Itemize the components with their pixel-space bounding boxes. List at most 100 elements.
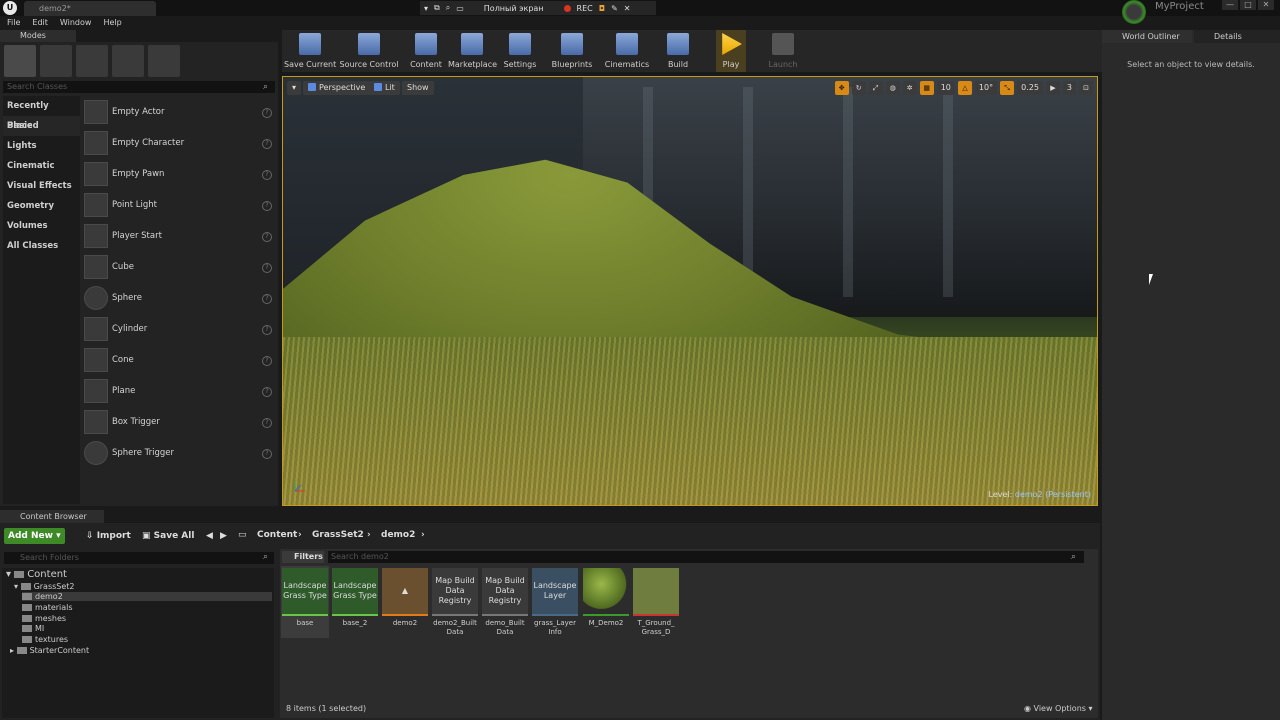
scale-icon[interactable]: ⤢ xyxy=(868,81,883,95)
help-icon[interactable]: ? xyxy=(262,449,272,459)
help-icon[interactable]: ? xyxy=(262,387,272,397)
category-lights[interactable]: Lights xyxy=(3,136,80,156)
asset-tile[interactable]: Map Build Data Registry demo_Built Data xyxy=(481,566,529,638)
import-button[interactable]: ⇩ Import xyxy=(82,528,135,544)
category-cinematic[interactable]: Cinematic xyxy=(3,156,80,176)
asset-tile[interactable]: Landscape Grass Type base_2 xyxy=(331,566,379,638)
rotate-icon[interactable]: ↻ xyxy=(851,81,866,95)
actor-item[interactable]: Empty Character? xyxy=(82,128,276,159)
actor-item[interactable]: Sphere Trigger? xyxy=(82,438,276,469)
add-new-button[interactable]: Add New ▾ xyxy=(4,528,65,544)
search-assets-input[interactable]: Search demo2 xyxy=(328,551,1084,563)
tree-node-content[interactable]: ▾ Content xyxy=(6,569,67,580)
camera-speed-icon[interactable]: ▶ xyxy=(1045,81,1060,95)
actor-item[interactable]: Point Light? xyxy=(82,190,276,221)
search-icon[interactable]: ⌕ xyxy=(446,3,450,13)
actor-item[interactable]: Sphere? xyxy=(82,283,276,314)
minimize-icon[interactable]: — xyxy=(1222,0,1238,10)
tree-node-startercontent[interactable]: ▸ StarterContent xyxy=(10,646,89,655)
paint-mode-icon[interactable] xyxy=(40,45,72,77)
actor-item[interactable]: Cylinder? xyxy=(82,314,276,345)
asset-tile[interactable]: Map Build Data Registry demo2_Built Data xyxy=(431,566,479,638)
help-icon[interactable]: ? xyxy=(262,201,272,211)
launch-button[interactable]: Launch xyxy=(766,30,800,72)
viewport-options-button[interactable]: ▾ xyxy=(287,81,302,95)
record-icon[interactable] xyxy=(563,4,571,12)
tree-node-materials[interactable]: materials xyxy=(22,603,73,612)
content-browser-tab[interactable]: Content Browser xyxy=(0,510,104,523)
category-all-classes[interactable]: All Classes xyxy=(3,236,80,256)
tree-node-demo2[interactable]: demo2 xyxy=(22,592,272,601)
close-icon[interactable]: ✕ xyxy=(624,4,631,13)
help-icon[interactable]: ? xyxy=(262,325,272,335)
asset-tile[interactable]: T_Ground_ Grass_D xyxy=(632,566,680,638)
grid-snap-icon[interactable]: ▦ xyxy=(919,81,934,95)
grid-snap-value[interactable]: 10 xyxy=(936,81,955,95)
category-volumes[interactable]: Volumes xyxy=(3,216,80,236)
asset-tile[interactable]: M_Demo2 xyxy=(582,566,630,638)
rotation-snap-icon[interactable]: △ xyxy=(957,81,972,95)
source-control-button[interactable]: Source Control xyxy=(338,30,400,72)
play-button[interactable]: Play xyxy=(716,30,746,72)
help-icon[interactable]: ? xyxy=(262,263,272,273)
category-recently-placed[interactable]: Recently Placed xyxy=(3,96,80,131)
asset-tile[interactable]: Landscape Layer grass_Layer Info xyxy=(531,566,579,638)
view-options-button[interactable]: ◉ View Options ▾ xyxy=(1024,704,1093,713)
filters-button[interactable]: Filters ▾ xyxy=(282,551,324,573)
settings-button[interactable]: Settings xyxy=(502,30,538,72)
rec-label[interactable]: REC xyxy=(577,4,593,13)
menu-file[interactable]: File xyxy=(7,16,20,29)
window-close-icon[interactable]: ✕ xyxy=(1258,0,1274,10)
help-icon[interactable]: ? xyxy=(262,294,272,304)
dropdown-icon[interactable]: ▾ xyxy=(424,4,428,13)
asset-tile[interactable]: Landscape Grass Type base xyxy=(281,566,329,638)
help-icon[interactable]: ? xyxy=(262,139,272,149)
rotation-snap-value[interactable]: 10° xyxy=(974,81,998,95)
perspective-button[interactable]: Perspective xyxy=(303,81,371,95)
help-icon[interactable]: ? xyxy=(262,418,272,428)
menu-edit[interactable]: Edit xyxy=(32,16,48,29)
actor-item[interactable]: Plane? xyxy=(82,376,276,407)
fullscreen-label[interactable]: Полный экран xyxy=(484,4,544,13)
breadcrumb-grassset2[interactable]: GrassSet2 xyxy=(312,530,364,540)
landscape-mode-icon[interactable] xyxy=(76,45,108,77)
menu-window[interactable]: Window xyxy=(60,16,92,29)
category-geometry[interactable]: Geometry xyxy=(3,196,80,216)
pen-icon[interactable]: ✎ xyxy=(611,4,618,13)
world-local-icon[interactable]: ◍ xyxy=(885,81,900,95)
translate-icon[interactable]: ✥ xyxy=(834,81,849,95)
category-visual-effects[interactable]: Visual Effects xyxy=(3,176,80,196)
tree-node-meshes[interactable]: meshes xyxy=(22,614,66,623)
search-folders-input[interactable]: Search Folders xyxy=(4,552,274,564)
unreal-logo-icon[interactable]: U xyxy=(3,1,17,15)
cinematics-button[interactable]: Cinematics xyxy=(604,30,650,72)
place-mode-icon[interactable] xyxy=(4,45,36,77)
actor-item[interactable]: Empty Actor? xyxy=(82,97,276,128)
surface-snap-icon[interactable]: ✲ xyxy=(902,81,917,95)
help-icon[interactable]: ? xyxy=(262,356,272,366)
geometry-mode-icon[interactable] xyxy=(148,45,180,77)
scale-snap-icon[interactable]: ⤡ xyxy=(1000,81,1015,95)
window-icon[interactable]: ⧉ xyxy=(434,3,440,13)
build-button[interactable]: Build xyxy=(662,30,694,72)
camera-icon[interactable]: ◘ xyxy=(599,4,605,13)
actor-item[interactable]: Cube? xyxy=(82,252,276,283)
help-icon[interactable]: ? xyxy=(262,232,272,242)
forward-icon[interactable]: ▶ xyxy=(216,528,231,544)
maximize-icon[interactable]: □ xyxy=(1240,0,1256,10)
help-icon[interactable]: ? xyxy=(262,170,272,180)
actor-item[interactable]: Box Trigger? xyxy=(82,407,276,438)
actor-item[interactable]: Cone? xyxy=(82,345,276,376)
camera-speed-value[interactable]: 3 xyxy=(1062,81,1076,95)
fullscreen-icon[interactable]: ▭ xyxy=(456,4,464,13)
modes-tab[interactable]: Modes xyxy=(0,30,76,42)
actor-item[interactable]: Player Start? xyxy=(82,221,276,252)
save-all-button[interactable]: ▣ Save All xyxy=(138,528,198,544)
scale-snap-value[interactable]: 0.25 xyxy=(1017,81,1043,95)
tab-details[interactable]: Details xyxy=(1194,30,1280,43)
breadcrumb-content[interactable]: Content xyxy=(257,530,297,540)
asset-tile[interactable]: ▲ demo2 xyxy=(381,566,429,638)
tree-node-grassset2[interactable]: ▾ GrassSet2 xyxy=(14,582,75,591)
breadcrumb-demo2[interactable]: demo2 xyxy=(381,530,415,540)
help-icon[interactable]: ? xyxy=(262,108,272,118)
